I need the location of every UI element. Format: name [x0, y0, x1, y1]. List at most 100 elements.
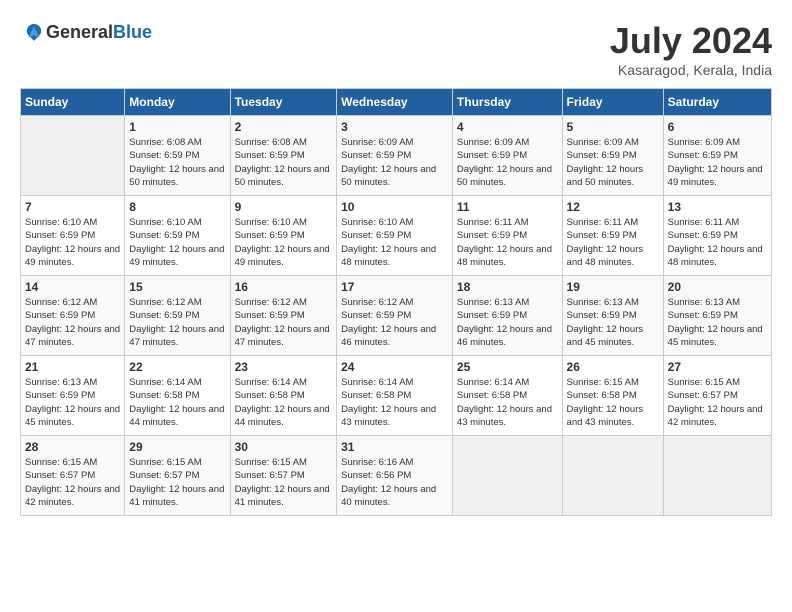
logo-blue: Blue [113, 22, 152, 43]
calendar-day-cell [21, 116, 125, 196]
calendar-week-row: 28 Sunrise: 6:15 AMSunset: 6:57 PMDayligh… [21, 436, 772, 516]
calendar-day-cell: 17 Sunrise: 6:12 AMSunset: 6:59 PMDayligh… [337, 276, 453, 356]
calendar-day-cell: 13 Sunrise: 6:11 AMSunset: 6:59 PMDayligh… [663, 196, 771, 276]
calendar-day-cell: 7Sunrise: 6:10 AMSunset: 6:59 PMDaylight… [21, 196, 125, 276]
day-number: 9 [235, 200, 333, 214]
calendar-day-cell: 30 Sunrise: 6:15 AMSunset: 6:57 PMDayligh… [230, 436, 337, 516]
weekday-header: Wednesday [337, 89, 453, 116]
weekday-header: Friday [562, 89, 663, 116]
day-number: 16 [235, 280, 333, 294]
calendar-day-cell: 25Sunrise: 6:14 AMSunset: 6:58 PMDayligh… [452, 356, 562, 436]
calendar-day-cell: 21 Sunrise: 6:13 AMSunset: 6:59 PMDayligh… [21, 356, 125, 436]
day-info: Sunrise: 6:14 AMSunset: 6:58 PMDaylight:… [129, 376, 225, 429]
calendar-day-cell: 19Sunrise: 6:13 AMSunset: 6:59 PMDayligh… [562, 276, 663, 356]
day-number: 26 [567, 360, 659, 374]
logo-general: General [46, 22, 113, 43]
day-info: Sunrise: 6:11 AMSunset: 6:59 PMDaylight:… [457, 216, 558, 269]
day-info: Sunrise: 6:08 AMSunset: 6:59 PMDaylight:… [235, 136, 333, 189]
calendar-day-cell: 11 Sunrise: 6:11 AMSunset: 6:59 PMDayligh… [452, 196, 562, 276]
day-info: Sunrise: 6:13 AMSunset: 6:59 PMDaylight:… [457, 296, 558, 349]
day-number: 4 [457, 120, 558, 134]
day-info: Sunrise: 6:14 AMSunset: 6:58 PMDaylight:… [341, 376, 448, 429]
calendar-day-cell: 18 Sunrise: 6:13 AMSunset: 6:59 PMDayligh… [452, 276, 562, 356]
month-title: July 2024 [610, 20, 772, 62]
calendar-day-cell: 15Sunrise: 6:12 AMSunset: 6:59 PMDayligh… [125, 276, 230, 356]
calendar-day-cell [452, 436, 562, 516]
day-number: 10 [341, 200, 448, 214]
day-number: 3 [341, 120, 448, 134]
calendar-week-row: 14 Sunrise: 6:12 AMSunset: 6:59 PMDayligh… [21, 276, 772, 356]
day-number: 2 [235, 120, 333, 134]
day-number: 12 [567, 200, 659, 214]
day-info: Sunrise: 6:12 AMSunset: 6:59 PMDaylight:… [341, 296, 448, 349]
calendar-week-row: 7Sunrise: 6:10 AMSunset: 6:59 PMDaylight… [21, 196, 772, 276]
calendar-day-cell: 16 Sunrise: 6:12 AMSunset: 6:59 PMDayligh… [230, 276, 337, 356]
calendar-day-cell: 29 Sunrise: 6:15 AMSunset: 6:57 PMDayligh… [125, 436, 230, 516]
day-number: 24 [341, 360, 448, 374]
day-info: Sunrise: 6:12 AMSunset: 6:59 PMDaylight:… [25, 296, 120, 349]
day-number: 15 [129, 280, 225, 294]
calendar-day-cell: 4 Sunrise: 6:09 AMSunset: 6:59 PMDaylight… [452, 116, 562, 196]
calendar-day-cell: 9 Sunrise: 6:10 AMSunset: 6:59 PMDaylight… [230, 196, 337, 276]
day-number: 13 [668, 200, 767, 214]
day-number: 6 [668, 120, 767, 134]
day-number: 28 [25, 440, 120, 454]
weekday-header-row: SundayMondayTuesdayWednesdayThursdayFrid… [21, 89, 772, 116]
day-number: 14 [25, 280, 120, 294]
calendar-day-cell: 2 Sunrise: 6:08 AMSunset: 6:59 PMDaylight… [230, 116, 337, 196]
day-info: Sunrise: 6:14 AMSunset: 6:58 PMDaylight:… [235, 376, 333, 429]
calendar-day-cell: 22 Sunrise: 6:14 AMSunset: 6:58 PMDayligh… [125, 356, 230, 436]
weekday-header: Sunday [21, 89, 125, 116]
page-header: General Blue July 2024 Kasaragod, Kerala… [20, 20, 772, 78]
calendar-day-cell: 28 Sunrise: 6:15 AMSunset: 6:57 PMDayligh… [21, 436, 125, 516]
calendar-day-cell: 1 Sunrise: 6:08 AMSunset: 6:59 PMDaylight… [125, 116, 230, 196]
calendar-day-cell: 26 Sunrise: 6:15 AMSunset: 6:58 PMDayligh… [562, 356, 663, 436]
day-info: Sunrise: 6:13 AMSunset: 6:59 PMDaylight:… [668, 296, 767, 349]
day-info: Sunrise: 6:11 AMSunset: 6:59 PMDaylight:… [668, 216, 767, 269]
calendar-day-cell: 6 Sunrise: 6:09 AMSunset: 6:59 PMDaylight… [663, 116, 771, 196]
day-info: Sunrise: 6:10 AMSunset: 6:59 PMDaylight:… [25, 216, 120, 269]
title-section: July 2024 Kasaragod, Kerala, India [610, 20, 772, 78]
day-info: Sunrise: 6:09 AMSunset: 6:59 PMDaylight:… [567, 136, 659, 189]
day-number: 20 [668, 280, 767, 294]
day-info: Sunrise: 6:15 AMSunset: 6:57 PMDaylight:… [235, 456, 333, 509]
day-info: Sunrise: 6:11 AMSunset: 6:59 PMDaylight:… [567, 216, 659, 269]
day-number: 25 [457, 360, 558, 374]
calendar-day-cell: 8 Sunrise: 6:10 AMSunset: 6:59 PMDaylight… [125, 196, 230, 276]
weekday-header: Saturday [663, 89, 771, 116]
day-number: 18 [457, 280, 558, 294]
day-number: 22 [129, 360, 225, 374]
calendar-week-row: 21 Sunrise: 6:13 AMSunset: 6:59 PMDayligh… [21, 356, 772, 436]
day-number: 23 [235, 360, 333, 374]
day-info: Sunrise: 6:13 AMSunset: 6:59 PMDaylight:… [25, 376, 120, 429]
day-number: 30 [235, 440, 333, 454]
calendar-table: SundayMondayTuesdayWednesdayThursdayFrid… [20, 88, 772, 516]
day-number: 31 [341, 440, 448, 454]
day-number: 1 [129, 120, 225, 134]
day-info: Sunrise: 6:13 AMSunset: 6:59 PMDaylight:… [567, 296, 659, 349]
day-number: 8 [129, 200, 225, 214]
calendar-day-cell: 31Sunrise: 6:16 AMSunset: 6:56 PMDayligh… [337, 436, 453, 516]
weekday-header: Tuesday [230, 89, 337, 116]
day-info: Sunrise: 6:15 AMSunset: 6:57 PMDaylight:… [25, 456, 120, 509]
day-info: Sunrise: 6:10 AMSunset: 6:59 PMDaylight:… [235, 216, 333, 269]
day-info: Sunrise: 6:09 AMSunset: 6:59 PMDaylight:… [457, 136, 558, 189]
day-number: 17 [341, 280, 448, 294]
day-number: 5 [567, 120, 659, 134]
day-info: Sunrise: 6:15 AMSunset: 6:58 PMDaylight:… [567, 376, 659, 429]
day-info: Sunrise: 6:15 AMSunset: 6:57 PMDaylight:… [129, 456, 225, 509]
day-info: Sunrise: 6:10 AMSunset: 6:59 PMDaylight:… [341, 216, 448, 269]
calendar-day-cell: 23 Sunrise: 6:14 AMSunset: 6:58 PMDayligh… [230, 356, 337, 436]
calendar-day-cell: 10 Sunrise: 6:10 AMSunset: 6:59 PMDayligh… [337, 196, 453, 276]
day-info: Sunrise: 6:12 AMSunset: 6:59 PMDaylight:… [235, 296, 333, 349]
day-number: 21 [25, 360, 120, 374]
day-number: 29 [129, 440, 225, 454]
day-info: Sunrise: 6:09 AMSunset: 6:59 PMDaylight:… [668, 136, 767, 189]
calendar-day-cell: 20 Sunrise: 6:13 AMSunset: 6:59 PMDayligh… [663, 276, 771, 356]
calendar-day-cell: 14 Sunrise: 6:12 AMSunset: 6:59 PMDayligh… [21, 276, 125, 356]
day-number: 11 [457, 200, 558, 214]
calendar-day-cell: 27Sunrise: 6:15 AMSunset: 6:57 PMDayligh… [663, 356, 771, 436]
day-info: Sunrise: 6:10 AMSunset: 6:59 PMDaylight:… [129, 216, 225, 269]
day-info: Sunrise: 6:08 AMSunset: 6:59 PMDaylight:… [129, 136, 225, 189]
calendar-day-cell [663, 436, 771, 516]
